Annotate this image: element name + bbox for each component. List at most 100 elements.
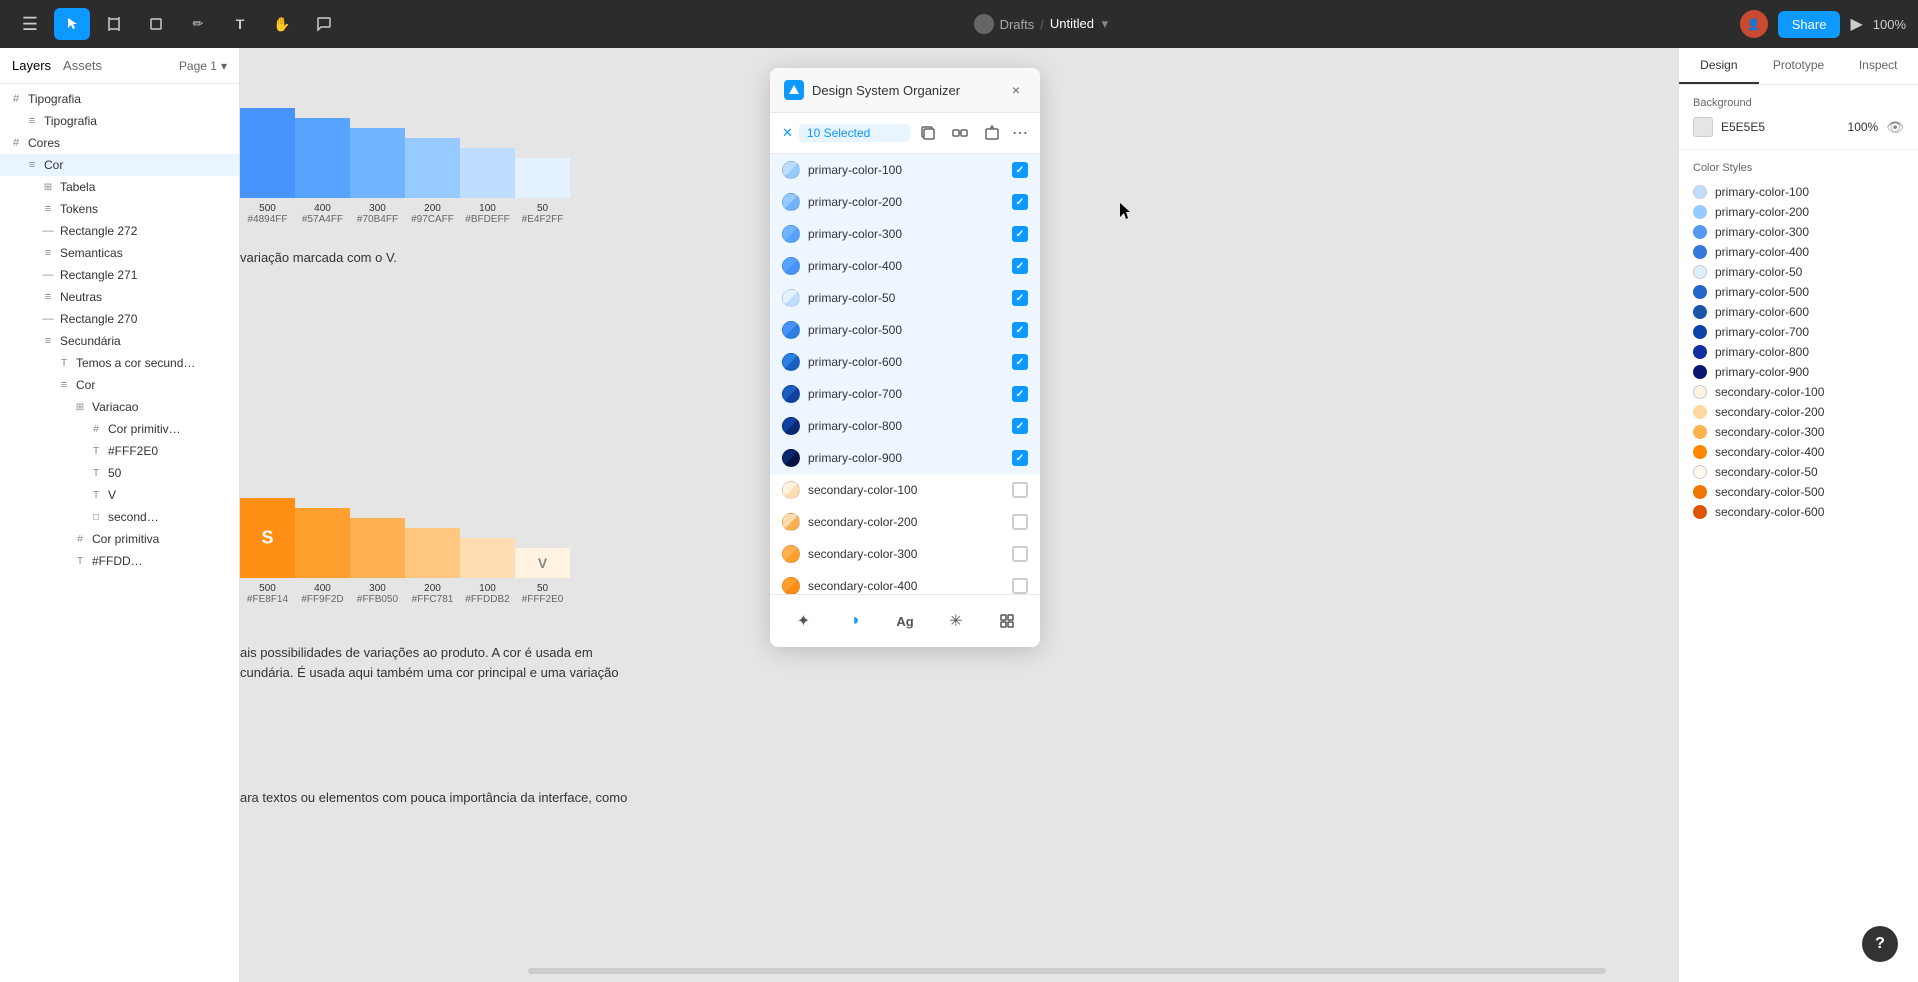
plugin-list-item[interactable]: primary-color-400 ✓ [770,250,1040,282]
text-tool-button[interactable]: Ag [889,605,921,637]
layer-item-cor[interactable]: ≡ Cor [0,154,239,176]
text-tool-btn[interactable]: T [222,8,258,40]
plugin-list-item[interactable]: primary-color-50 ✓ [770,282,1040,314]
effects-tool-button[interactable]: ✳ [940,605,972,637]
layer-item-cor-prim2[interactable]: # Cor primitiva [0,528,239,550]
copy-styles-button[interactable] [916,121,940,145]
plugin-list-item[interactable]: primary-color-200 ✓ [770,186,1040,218]
layer-item-tipografia-group[interactable]: # Tipografia [0,88,239,110]
styles-tool-button[interactable]: ✦ [787,605,819,637]
layer-item-v[interactable]: T V [0,484,239,506]
frame-tool-btn[interactable] [96,8,132,40]
layer-item-rect270[interactable]: — Rectangle 270 [0,308,239,330]
layer-item-variacao[interactable]: ⊞ Variacao [0,396,239,418]
background-opacity-value[interactable]: 100% [1848,120,1879,134]
drafts-label[interactable]: Drafts [1000,17,1035,32]
layer-item-ffdd[interactable]: T #FFDD… [0,550,239,572]
item-checkbox[interactable]: ✓ [1012,194,1028,210]
horizontal-scrollbar[interactable] [528,968,1607,974]
color-swatch-icon [782,385,800,403]
visibility-toggle-icon[interactable]: 👁 [1886,119,1904,136]
background-hex-value[interactable]: E5E5E5 [1721,120,1840,134]
layer-item-temos-cor[interactable]: T Temos a cor secund… [0,352,239,374]
layer-item-50[interactable]: T 50 [0,462,239,484]
plugin-list-item[interactable]: primary-color-500 ✓ [770,314,1040,346]
plugin-list-item[interactable]: primary-color-600 ✓ [770,346,1040,378]
item-checkbox[interactable]: ✓ [1012,418,1028,434]
plugin-close-button[interactable]: × [1006,80,1026,100]
layer-item-semanticas[interactable]: ≡ Semanticas [0,242,239,264]
layer-item-rect272[interactable]: — Rectangle 272 [0,220,239,242]
background-color-swatch[interactable] [1693,117,1713,137]
item-checkbox[interactable] [1012,578,1028,594]
more-options-button[interactable]: ⋯ [1012,121,1028,145]
item-checkbox[interactable] [1012,514,1028,530]
layer-item-tabela[interactable]: ⊞ Tabela [0,176,239,198]
layer-item-second[interactable]: □ second… [0,506,239,528]
layer-item-cor-prim1[interactable]: # Cor primitiv… [0,418,239,440]
item-checkbox[interactable]: ✓ [1012,386,1028,402]
item-checkbox[interactable]: ✓ [1012,450,1028,466]
link-styles-button[interactable] [948,121,972,145]
layer-item-cores-group[interactable]: # Cores [0,132,239,154]
page-selector[interactable]: Page 1 ▾ [179,59,227,73]
layer-item-rect271[interactable]: — Rectangle 271 [0,264,239,286]
export-button[interactable] [980,121,1004,145]
plugin-list-item[interactable]: primary-color-900 ✓ [770,442,1040,474]
file-name[interactable]: Untitled ▾ [1050,16,1108,32]
text-icon: T [56,355,72,371]
item-checkbox[interactable]: ✓ [1012,226,1028,242]
secondary-color-labels: 500 #FE8F14 400 #FF9F2D 300 #FFB050 200 … [240,583,570,605]
comment-tool-btn[interactable] [306,8,342,40]
color-swatch-icon [782,225,800,243]
plugin-list-item[interactable]: primary-color-300 ✓ [770,218,1040,250]
fill-tool-button[interactable]: ◑ [838,605,870,637]
layer-item-secundaria[interactable]: ≡ Secundária [0,330,239,352]
pen-tool-btn[interactable]: ✏ [180,8,216,40]
inspect-tab[interactable]: Inspect [1838,48,1918,84]
layer-item-fff2e0[interactable]: T #FFF2E0 [0,440,239,462]
plugin-list-item[interactable]: primary-color-700 ✓ [770,378,1040,410]
item-checkbox[interactable]: ✓ [1012,322,1028,338]
layer-tree: # Tipografia ≡ Tipografia # Cores ≡ Cor … [0,84,239,982]
plugin-list-item[interactable]: primary-color-800 ✓ [770,410,1040,442]
plugin-list-item[interactable]: primary-color-100 ✓ [770,154,1040,186]
move-tool-btn[interactable] [54,8,90,40]
item-checkbox[interactable]: ✓ [1012,354,1028,370]
canvas-text-4: ara textos ou elementos com pouca import… [240,788,627,808]
grid-tool-button[interactable] [991,605,1023,637]
play-button[interactable]: ▶ [1850,14,1862,34]
prototype-tab[interactable]: Prototype [1759,48,1839,84]
color-dot [1693,465,1707,479]
color-dot [1693,425,1707,439]
design-tab[interactable]: Design [1679,48,1759,84]
plugin-list-item[interactable]: secondary-color-300 [770,538,1040,570]
clear-selection-button[interactable]: ✕ [782,125,793,141]
plugin-list-item[interactable]: secondary-color-200 [770,506,1040,538]
item-checkbox[interactable] [1012,546,1028,562]
share-button[interactable]: Share [1778,11,1841,38]
assets-tab[interactable]: Assets [63,56,102,75]
topbar: ☰ ✏ T ✋ Drafts / Untitled ▾ 👤 Share ▶ 10… [0,0,1918,48]
rect-icon: — [40,311,56,327]
hand-tool-btn[interactable]: ✋ [264,8,300,40]
zoom-level[interactable]: 100% [1873,17,1906,32]
plugin-list-item[interactable]: secondary-color-400 [770,570,1040,594]
color-swatch-icon [782,545,800,563]
panel-tabs: Layers Assets Page 1 ▾ [0,48,239,84]
shape-tool-btn[interactable] [138,8,174,40]
layers-tab[interactable]: Layers [12,56,51,75]
menu-tool-btn[interactable]: ☰ [12,8,48,40]
item-checkbox[interactable]: ✓ [1012,290,1028,306]
item-checkbox[interactable]: ✓ [1012,162,1028,178]
layer-item-tipografia[interactable]: ≡ Tipografia [0,110,239,132]
plugin-list-item[interactable]: secondary-color-100 [770,474,1040,506]
color-dot [1693,345,1707,359]
help-button[interactable]: ? [1862,926,1898,962]
item-checkbox[interactable] [1012,482,1028,498]
layer-item-cor2[interactable]: ≡ Cor [0,374,239,396]
layer-item-tokens[interactable]: ≡ Tokens [0,198,239,220]
item-checkbox[interactable]: ✓ [1012,258,1028,274]
layer-item-neutras[interactable]: ≡ Neutras [0,286,239,308]
plugin-toolbar: ✕ 10 Selected ⋯ [770,113,1040,154]
